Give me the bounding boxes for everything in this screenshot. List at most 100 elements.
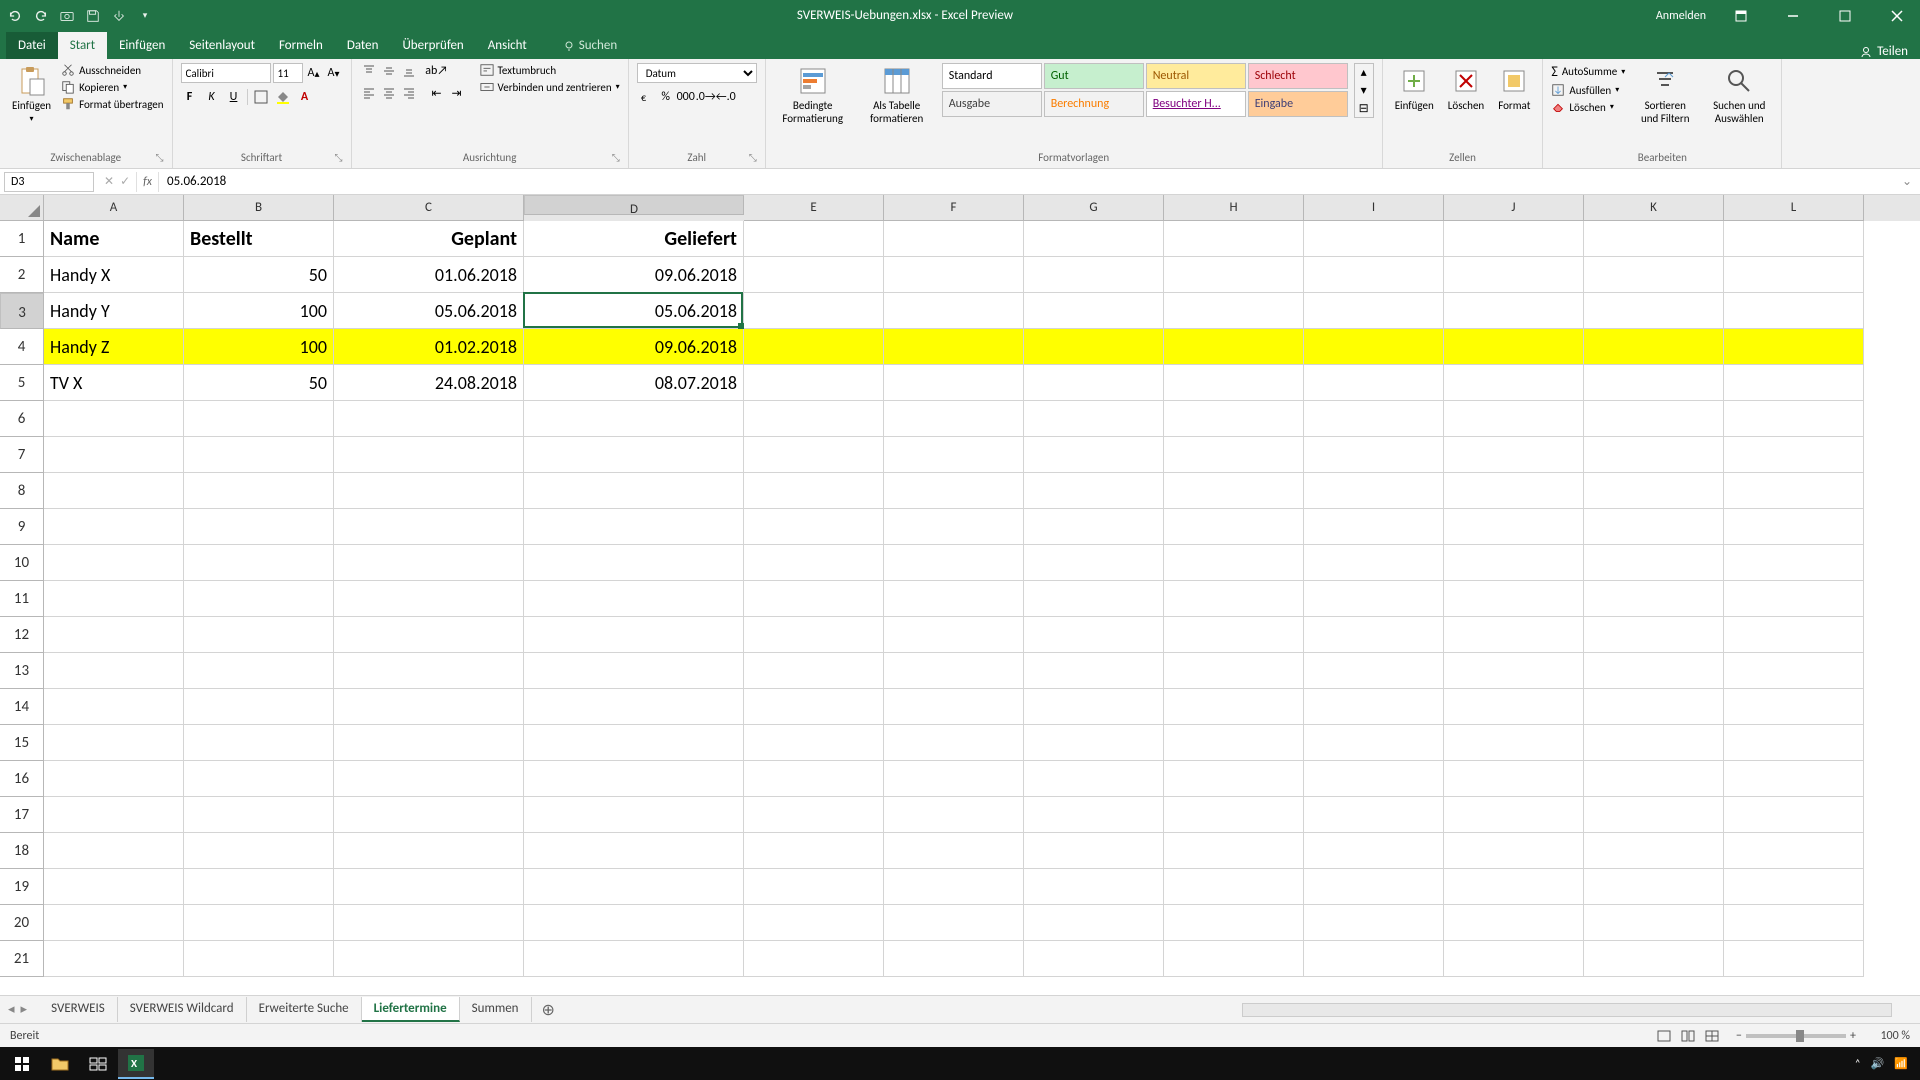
cell[interactable] xyxy=(1024,905,1164,941)
row-header[interactable]: 1 xyxy=(0,221,44,257)
cell[interactable] xyxy=(1444,725,1584,761)
cell[interactable] xyxy=(744,329,884,365)
signin-link[interactable]: Anmelden xyxy=(1656,9,1706,23)
cell[interactable] xyxy=(1164,257,1304,293)
row-header[interactable]: 19 xyxy=(0,869,44,905)
cell[interactable] xyxy=(44,617,184,653)
align-center-icon[interactable] xyxy=(380,85,398,101)
tab-überprüfen[interactable]: Überprüfen xyxy=(390,32,475,59)
cell[interactable] xyxy=(1024,401,1164,437)
column-header[interactable]: I xyxy=(1304,195,1444,221)
cell[interactable] xyxy=(1164,365,1304,401)
touch-icon[interactable] xyxy=(110,7,128,25)
cell[interactable] xyxy=(44,473,184,509)
cell[interactable] xyxy=(334,941,524,977)
cell[interactable] xyxy=(1304,617,1444,653)
cell[interactable] xyxy=(44,581,184,617)
cell[interactable] xyxy=(1724,329,1864,365)
cell[interactable] xyxy=(44,869,184,905)
copy-button[interactable]: Kopieren▾ xyxy=(61,80,163,94)
cell[interactable] xyxy=(884,293,1024,329)
format-as-table-button[interactable]: Als Tabelle formatieren xyxy=(858,63,936,127)
sort-filter-button[interactable]: Sortieren und Filtern xyxy=(1631,63,1699,127)
share-button[interactable]: Teilen xyxy=(1859,44,1908,59)
tab-daten[interactable]: Daten xyxy=(335,32,391,59)
row-header[interactable]: 2 xyxy=(0,257,44,293)
enter-formula-icon[interactable]: ✓ xyxy=(120,174,130,189)
cell[interactable]: Name xyxy=(44,221,184,257)
cell[interactable] xyxy=(884,761,1024,797)
sheet-tab[interactable]: SVERWEIS xyxy=(39,997,118,1022)
cell[interactable] xyxy=(184,905,334,941)
horizontal-scrollbar[interactable] xyxy=(1242,1003,1892,1017)
cell[interactable] xyxy=(44,437,184,473)
increase-indent-icon[interactable]: ⇥ xyxy=(448,85,466,101)
ribbon-display-icon[interactable] xyxy=(1724,5,1758,27)
cell[interactable] xyxy=(1164,689,1304,725)
cell[interactable] xyxy=(1584,833,1724,869)
cut-button[interactable]: Ausschneiden xyxy=(61,63,163,77)
align-bottom-icon[interactable] xyxy=(400,63,418,79)
expand-formula-bar-icon[interactable]: ⌄ xyxy=(1894,174,1920,189)
cell[interactable] xyxy=(1304,221,1444,257)
tab-start[interactable]: Start xyxy=(58,32,107,59)
underline-button[interactable]: U xyxy=(225,89,243,105)
cell[interactable] xyxy=(1444,905,1584,941)
cell[interactable] xyxy=(744,581,884,617)
column-header[interactable]: F xyxy=(884,195,1024,221)
cell[interactable] xyxy=(184,545,334,581)
dialog-launcher-icon[interactable]: ⤡ xyxy=(335,151,343,164)
cell[interactable] xyxy=(1584,221,1724,257)
start-button[interactable] xyxy=(4,1049,40,1079)
cell-style-option[interactable]: Schlecht xyxy=(1248,63,1348,89)
zoom-level[interactable]: 100 % xyxy=(1860,1029,1910,1043)
cell[interactable] xyxy=(524,941,744,977)
cell[interactable] xyxy=(1724,797,1864,833)
cell[interactable] xyxy=(524,509,744,545)
cell[interactable] xyxy=(1164,653,1304,689)
cell[interactable] xyxy=(1444,941,1584,977)
cell[interactable] xyxy=(1304,257,1444,293)
cell[interactable] xyxy=(184,869,334,905)
italic-button[interactable]: K xyxy=(203,89,221,105)
cell[interactable] xyxy=(1724,941,1864,977)
tray-volume-icon[interactable]: 🔊 xyxy=(1871,1057,1885,1070)
cell[interactable] xyxy=(1724,833,1864,869)
find-select-button[interactable]: Suchen und Auswählen xyxy=(1705,63,1773,127)
sheet-tab[interactable]: SVERWEIS Wildcard xyxy=(118,997,247,1022)
cell[interactable] xyxy=(1024,941,1164,977)
cell[interactable]: 100 xyxy=(184,329,334,365)
cell[interactable] xyxy=(744,905,884,941)
cell[interactable] xyxy=(1164,725,1304,761)
cell[interactable] xyxy=(1304,869,1444,905)
cell[interactable] xyxy=(524,401,744,437)
excel-taskbar-icon[interactable]: X xyxy=(118,1049,154,1079)
cell[interactable] xyxy=(1724,761,1864,797)
cell[interactable] xyxy=(744,401,884,437)
cell[interactable] xyxy=(524,725,744,761)
cell[interactable] xyxy=(1724,221,1864,257)
sheet-tab[interactable]: Liefertermine xyxy=(362,997,460,1022)
cell[interactable] xyxy=(334,401,524,437)
cell[interactable] xyxy=(44,509,184,545)
insert-cells-button[interactable]: Einfügen xyxy=(1391,63,1438,114)
cell[interactable] xyxy=(184,761,334,797)
row-header[interactable]: 12 xyxy=(0,617,44,653)
page-break-view-icon[interactable] xyxy=(1700,1027,1724,1045)
cell[interactable] xyxy=(1304,761,1444,797)
cell[interactable] xyxy=(334,833,524,869)
cell[interactable] xyxy=(744,545,884,581)
tab-einfügen[interactable]: Einfügen xyxy=(107,32,177,59)
align-left-icon[interactable] xyxy=(360,85,378,101)
cell[interactable] xyxy=(184,653,334,689)
format-cells-button[interactable]: Format xyxy=(1494,63,1534,114)
cell[interactable] xyxy=(44,725,184,761)
cell[interactable] xyxy=(334,617,524,653)
cell[interactable] xyxy=(884,581,1024,617)
cell[interactable] xyxy=(1724,293,1864,329)
row-header[interactable]: 14 xyxy=(0,689,44,725)
cell[interactable] xyxy=(1444,293,1584,329)
row-header[interactable]: 9 xyxy=(0,509,44,545)
cell[interactable] xyxy=(1724,725,1864,761)
zoom-out-icon[interactable]: − xyxy=(1736,1029,1742,1043)
